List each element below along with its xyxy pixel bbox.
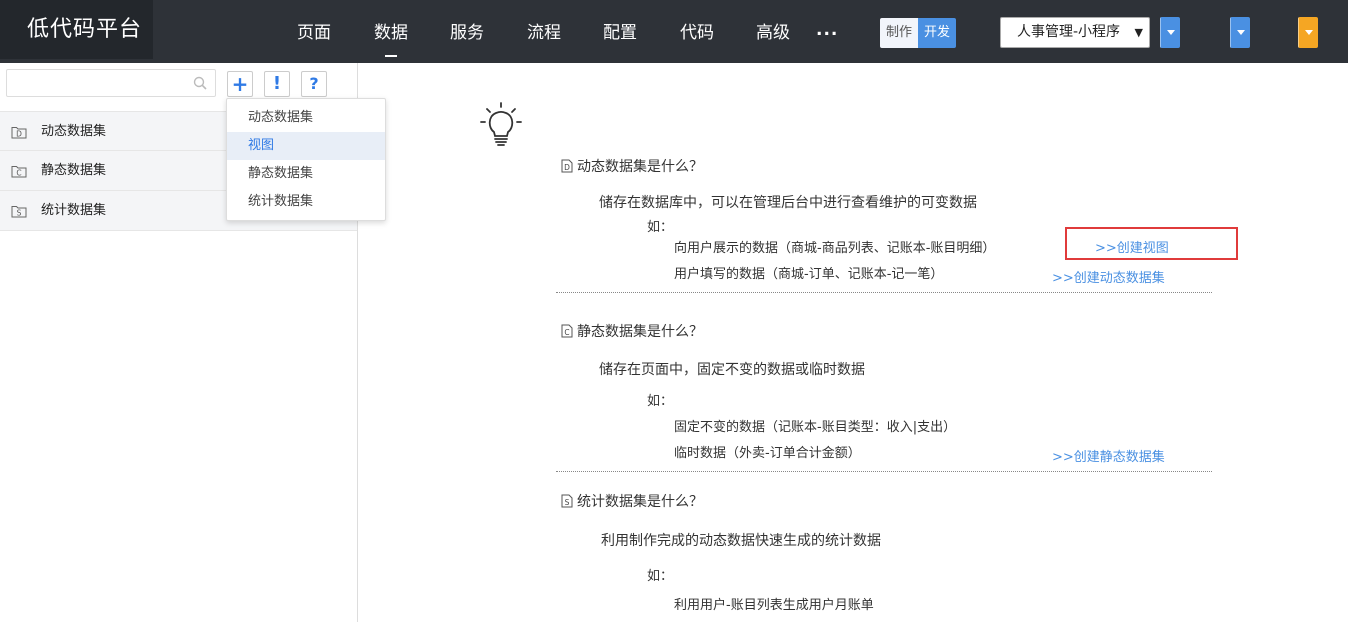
dynamic-example-1: 向用户展示的数据（商城-商品列表、记账本-账目明细） (674, 241, 996, 256)
search-icon[interactable] (193, 76, 207, 90)
dynamic-dataset-icon: D (11, 127, 27, 139)
nav-service[interactable]: 服务 (450, 21, 484, 45)
preview-button[interactable]: 预览 (1230, 17, 1250, 48)
nav-more-button[interactable]: ... (816, 20, 838, 40)
menu-item-dynamic-dataset[interactable]: 动态数据集 (227, 104, 385, 132)
add-dropdown-menu: 动态数据集 视图 静态数据集 统计数据集 (226, 98, 386, 221)
create-dynamic-dataset-link[interactable]: >>创建动态数据集 (1052, 267, 1165, 286)
help-button[interactable]: ? (301, 71, 327, 97)
create-static-dataset-link[interactable]: >>创建静态数据集 (1052, 446, 1165, 465)
add-button[interactable]: + (227, 71, 253, 97)
section-divider (556, 471, 1212, 472)
dynamic-description: 储存在数据库中，可以在管理后台中进行查看维护的可变数据 (599, 195, 977, 211)
dynamic-eg-label: 如： (647, 220, 674, 235)
mode-dev-button[interactable]: 开发 (918, 18, 956, 48)
static-eg-label: 如： (647, 394, 674, 409)
sidebar-item-label: 静态数据集 (41, 163, 107, 178)
info-button[interactable]: ! (264, 71, 290, 97)
mode-make-button[interactable]: 制作 (880, 18, 918, 48)
sidebar-item-label: 动态数据集 (41, 124, 107, 139)
app-select-value: 人事管理-小程序 (1017, 24, 1121, 40)
stats-dataset-icon: S (11, 206, 27, 218)
mode-switch: 制作 开发 (880, 18, 956, 48)
lightbulb-icon (480, 102, 522, 146)
publish-button[interactable]: 发布 (1298, 17, 1318, 48)
search-box (6, 69, 216, 97)
nav-config[interactable]: 配置 (603, 21, 637, 45)
menu-item-stats-dataset[interactable]: 统计数据集 (227, 188, 385, 216)
static-doc-icon: C (561, 324, 573, 338)
app-select[interactable]: 人事管理-小程序 ▼ (1000, 17, 1150, 48)
chevron-down-icon: ▼ (1134, 26, 1143, 39)
section-divider (556, 292, 1212, 293)
static-example-2: 临时数据（外卖-订单合计金额） (674, 446, 861, 461)
dynamic-doc-icon: D (561, 159, 573, 173)
static-dataset-icon: C (11, 166, 27, 178)
app-logo: 低代码平台 (0, 0, 153, 59)
nav-code[interactable]: 代码 (680, 21, 714, 45)
stats-section-title: S 统计数据集是什么？ (561, 491, 703, 511)
nav-advanced[interactable]: 高级 (756, 21, 790, 45)
create-view-link[interactable]: >>创建视图 (1095, 237, 1169, 256)
svg-text:D: D (564, 163, 570, 172)
stats-doc-icon: S (561, 494, 573, 508)
svg-text:C: C (564, 328, 569, 337)
main-content: D 动态数据集是什么？ 储存在数据库中，可以在管理后台中进行查看维护的可变数据 … (359, 63, 1348, 622)
svg-text:S: S (17, 209, 22, 218)
static-example-1: 固定不变的数据（记账本-账目类型：收入|支出） (674, 420, 957, 435)
static-description: 储存在页面中，固定不变的数据或临时数据 (599, 362, 865, 378)
stats-example-1: 利用用户-账目列表生成用户月账单 (674, 598, 874, 613)
svg-text:C: C (16, 169, 21, 178)
nav-data[interactable]: 数据 (374, 21, 408, 57)
top-bar: 低代码平台 页面 数据 服务 流程 配置 代码 高级 ... 制作 开发 人事管… (0, 0, 1348, 63)
menu-item-view[interactable]: 视图 (227, 132, 385, 160)
nav-page[interactable]: 页面 (297, 21, 331, 45)
stats-description: 利用制作完成的动态数据快速生成的统计数据 (601, 533, 881, 549)
nav-process[interactable]: 流程 (527, 21, 561, 45)
publish-dropdown-icon[interactable] (1298, 17, 1318, 48)
search-input[interactable] (7, 70, 182, 96)
preview-dropdown-icon[interactable] (1230, 17, 1250, 48)
dynamic-section-title: D 动态数据集是什么？ (561, 156, 703, 176)
save-dropdown-icon[interactable] (1160, 17, 1180, 48)
sidebar-item-label: 统计数据集 (41, 203, 107, 218)
save-button[interactable]: 保存 (1160, 17, 1180, 48)
svg-text:S: S (565, 498, 570, 507)
dynamic-example-2: 用户填写的数据（商城-订单、记账本-记一笔） (674, 267, 944, 282)
static-section-title: C 静态数据集是什么？ (561, 321, 703, 341)
stats-eg-label: 如： (647, 569, 674, 584)
svg-text:D: D (16, 130, 22, 139)
menu-item-static-dataset[interactable]: 静态数据集 (227, 160, 385, 188)
